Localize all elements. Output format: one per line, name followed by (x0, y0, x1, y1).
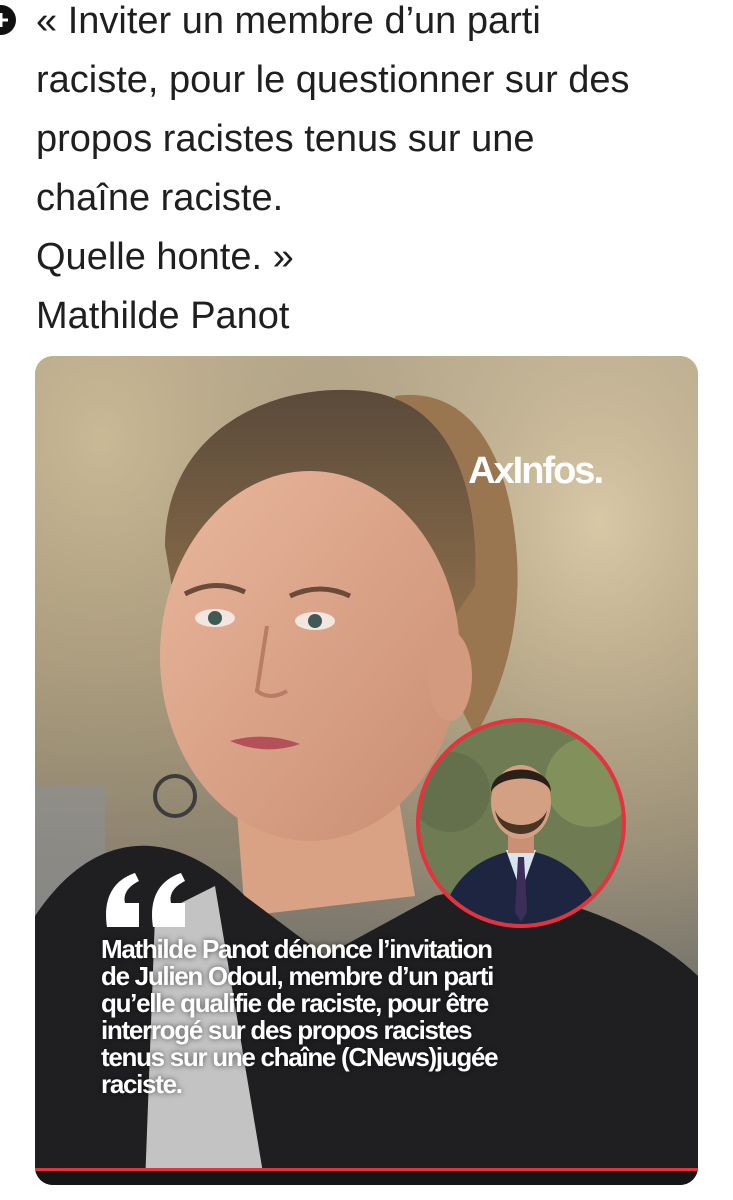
inset-person-photo (416, 718, 626, 928)
card-footer-strip (35, 1171, 698, 1185)
brand-logo: AxInfos. (468, 450, 604, 492)
plus-icon[interactable] (0, 5, 16, 35)
caption-line: de Julien Odoul, membre d’un parti (101, 961, 494, 991)
image-caption: Mathilde Panot dénonce l’invitation de J… (101, 936, 661, 1098)
post-text: « Inviter un membre d’un parti raciste, … (36, 0, 716, 346)
post-line: Mathilde Panot (36, 295, 290, 337)
post-line: « Inviter un membre d’un parti (36, 0, 541, 42)
caption-line: qu’elle qualifie de raciste, pour être (101, 988, 489, 1018)
post-line: raciste, pour le questionner sur des (36, 59, 630, 101)
post-line: chaîne raciste. (36, 177, 284, 219)
quote-mark-icon (106, 873, 185, 927)
caption-line: raciste. (101, 1069, 183, 1099)
post-image-card[interactable]: AxInfos. Mathilde Panot dénonce l’invita… (35, 356, 698, 1185)
caption-line: Mathilde Panot dénonce l’invitation (101, 934, 493, 964)
caption-line: tenus sur une chaîne (CNews)jugée (101, 1042, 499, 1072)
post-line: Quelle honte. » (36, 236, 294, 278)
caption-line: interrogé sur des propos racistes (101, 1015, 473, 1045)
post-line: propos racistes tenus sur une (36, 118, 535, 160)
